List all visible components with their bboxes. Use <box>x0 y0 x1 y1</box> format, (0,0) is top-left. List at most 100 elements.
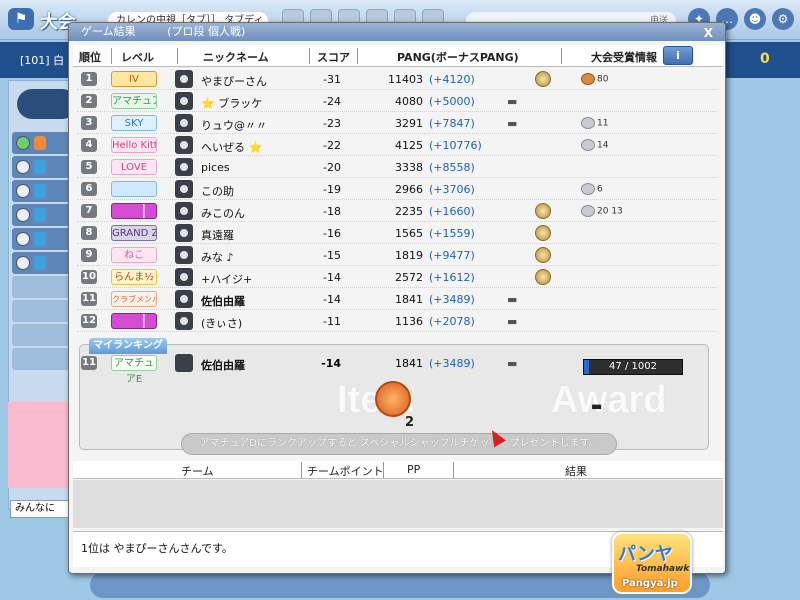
bonus-pang: (+1660) <box>429 205 475 218</box>
ready-icon <box>16 208 30 222</box>
character-icon[interactable]: ☻ <box>744 8 766 30</box>
player-slot[interactable] <box>12 252 70 274</box>
rank-number: 4 <box>81 138 97 152</box>
nickname: pices <box>201 161 230 174</box>
table-row[interactable]: 10 らんま½ +ハイジ+ -14 2572 (+1612) <box>77 267 717 288</box>
table-row[interactable]: 2 アマチュアA ⭐ ブラッケ -24 4080 (+5000) ▬ <box>77 91 717 112</box>
award-items: 11 <box>581 117 608 129</box>
bonus-pang: (+9477) <box>429 249 475 262</box>
pang: 2966 <box>395 183 423 196</box>
score: -31 <box>323 73 341 86</box>
table-row[interactable]: 4 Hello Kitty へいぜる ⭐ -22 4125 (+10776) 14 <box>77 135 717 156</box>
award-icon <box>581 205 595 217</box>
dialog-titlebar: ゲーム結果 (プロ段 個人戦) X <box>69 23 725 41</box>
character-icon <box>34 136 46 150</box>
award-count: 6 <box>597 184 603 195</box>
rank-number: 1 <box>81 72 97 86</box>
avatar <box>175 246 193 264</box>
header-pp: PP <box>407 463 421 476</box>
nickname: (きぃさ) <box>201 317 243 330</box>
player-slot[interactable] <box>12 132 70 154</box>
gear-icon[interactable]: ⚙ <box>772 8 794 30</box>
my-ranking-label: マイランキング <box>89 338 167 354</box>
ticket-bag-icon[interactable] <box>375 381 411 417</box>
lobby-icon[interactable]: ⚑ <box>8 8 34 30</box>
tournament-info-button[interactable]: i <box>663 46 693 65</box>
ready-icon <box>16 256 30 270</box>
table-row[interactable]: 3 SKY りュウ@〃〃 -23 3291 (+7847) ▬ 11 <box>77 113 717 134</box>
level-badge: SKY <box>111 115 157 131</box>
dialog-subtitle: (プロ段 個人戦) <box>167 25 246 38</box>
avatar <box>175 312 193 330</box>
nickname: +ハイジ+ <box>201 273 253 286</box>
room-score: 0 <box>760 51 770 67</box>
bonus-pang: (+7847) <box>429 117 475 130</box>
logo-subtext: Tomahawk <box>636 564 690 574</box>
level-badge: クラブメンバー募集中 <box>111 291 157 307</box>
my-avatar <box>175 354 193 372</box>
table-row[interactable]: 1 IV やまぴーさん -31 11403 (+4120) 80 <box>77 69 717 90</box>
player-slot[interactable] <box>12 156 70 178</box>
close-button[interactable]: X <box>704 24 713 42</box>
bonus-pang: (+8558) <box>429 161 475 174</box>
table-row[interactable]: 9 ねこ みな ♪ -15 1819 (+9477) <box>77 245 717 266</box>
player-slot[interactable] <box>12 180 70 202</box>
avatar <box>175 92 193 110</box>
level-badge: らんま½ <box>111 269 157 285</box>
award-dash: ▬ <box>591 399 603 413</box>
award-icon <box>581 117 595 129</box>
player-slot[interactable] <box>12 204 70 226</box>
nickname: 真遠羅 <box>201 229 234 242</box>
divider <box>301 462 302 478</box>
chat-target-select[interactable]: みんなに <box>10 500 70 518</box>
nickname: やまぴーさん <box>201 75 267 88</box>
award-count: 20 13 <box>597 206 623 217</box>
character-icon <box>34 160 46 174</box>
level-badge: LOVE <box>111 159 157 175</box>
score: -23 <box>323 117 341 130</box>
table-row[interactable]: 8 GRAND ZODIAC 真遠羅 -16 1565 (+1559) <box>77 223 717 244</box>
avatar <box>175 136 193 154</box>
pang: 1565 <box>395 227 423 240</box>
nickname: へいぜる ⭐ <box>201 141 263 154</box>
award-count: 14 <box>597 140 609 151</box>
player-slot[interactable] <box>12 228 70 250</box>
score: -15 <box>323 249 341 262</box>
level-badge: GRAND ZODIAC <box>111 225 157 241</box>
pangya-logo: パンヤ Tomahawk Pangya.jp <box>612 532 692 594</box>
table-row[interactable]: 5 LOVE pices -20 3338 (+8558) <box>77 157 717 178</box>
pang: 3291 <box>395 117 423 130</box>
header-score: スコア <box>317 51 350 64</box>
level-badge: IV <box>111 71 157 87</box>
avatar <box>175 268 193 286</box>
my-nickname: 佐伯由羅 <box>201 359 245 372</box>
nickname: りュウ@〃〃 <box>201 119 267 132</box>
level-badge: Hello Kitty <box>111 137 157 153</box>
award-items: 80 <box>581 73 608 85</box>
character-icon <box>34 256 46 270</box>
bonus-pang: (+3706) <box>429 183 475 196</box>
header-team: チーム <box>181 465 214 478</box>
pang: 2235 <box>395 205 423 218</box>
table-row[interactable]: 11 クラブメンバー募集中 佐伯由羅 -14 1841 (+3489) ▬ <box>77 289 717 310</box>
rank-number: 2 <box>81 94 97 108</box>
table-row[interactable]: 6 この助 -19 2966 (+3706) 6 <box>77 179 717 200</box>
my-bonus-pang: (+3489) <box>429 357 475 370</box>
score: -16 <box>323 227 341 240</box>
team-table-header: チーム チームポイント PP 結果 <box>73 461 723 479</box>
table-row[interactable]: 7 みこのん -18 2235 (+1660) 20 13 <box>77 201 717 222</box>
nickname: 佐伯由羅 <box>201 295 245 308</box>
score: -22 <box>323 139 341 152</box>
avatar <box>175 158 193 176</box>
level-badge <box>111 313 157 329</box>
award-dash: ▬ <box>507 293 518 306</box>
award-items: 14 <box>581 139 608 151</box>
rank-number: 11 <box>81 292 97 306</box>
divider <box>309 48 310 64</box>
my-pang: 1841 <box>395 357 423 370</box>
nickname: ⭐ ブラッケ <box>201 97 263 110</box>
medal-icon <box>535 71 551 87</box>
award-icon <box>581 73 595 85</box>
divider <box>561 48 562 64</box>
table-row[interactable]: 12 (きぃさ) -11 1136 (+2078) ▬ <box>77 311 717 332</box>
